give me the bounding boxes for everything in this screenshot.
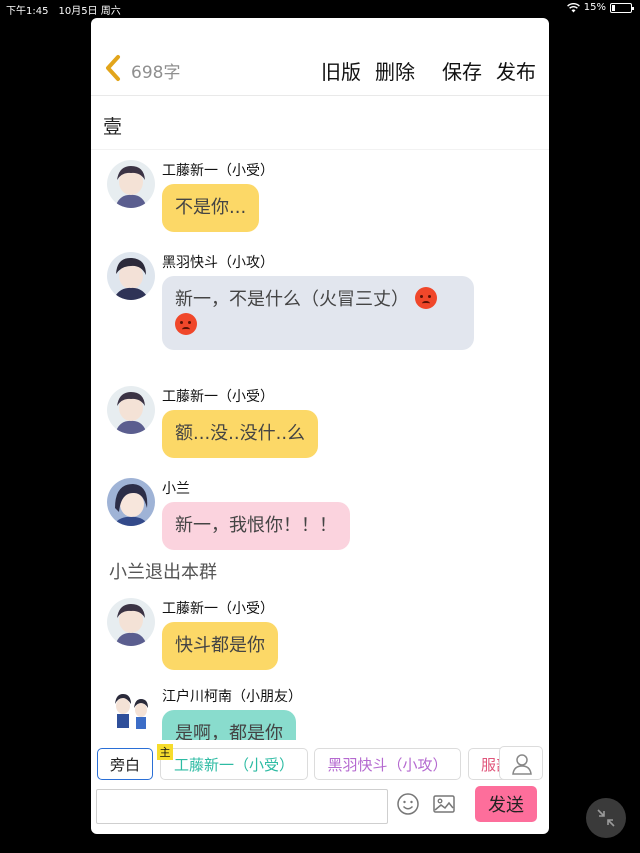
top-bar: 698字 旧版 删除 保存 发布 — [91, 18, 549, 96]
angry-face-icon — [175, 313, 197, 335]
message-bubble[interactable]: 新一，不是什么（火冒三丈） — [162, 276, 474, 350]
message-bubble[interactable]: 快斗都是你 — [162, 622, 278, 670]
role-selector: 旁白 主 工藤新一（小受） 黑羽快斗（小攻） 服部 — [91, 744, 549, 784]
message-bubble[interactable]: 不是你... — [162, 184, 260, 232]
battery-icon — [610, 2, 634, 13]
sender-name: 工藤新一（小受） — [162, 163, 274, 179]
message-bubble[interactable]: 是啊，都是你 — [162, 710, 296, 740]
message-bubble[interactable]: 额...没..没什..么 — [162, 410, 319, 458]
message-input[interactable] — [96, 789, 388, 824]
sender-name: 工藤新一（小受） — [162, 389, 274, 405]
status-time: 下午1:45 — [6, 6, 49, 17]
composer: 发送 — [91, 784, 549, 834]
sender-name: 小兰 — [162, 481, 190, 497]
avatar[interactable] — [107, 252, 155, 300]
back-icon[interactable] — [101, 53, 125, 83]
status-bar: 下午1:45 10月5日 周六 15% — [0, 0, 640, 17]
role-kaito-button[interactable]: 黑羽快斗（小攻） — [314, 748, 461, 780]
system-message: 小兰退出本群 — [109, 562, 217, 583]
emoji-icon[interactable] — [396, 792, 420, 816]
old-version-button[interactable]: 旧版 — [321, 56, 361, 85]
avatar[interactable] — [107, 686, 155, 734]
publish-button[interactable]: 发布 — [496, 56, 536, 85]
sender-name: 江户川柯南（小朋友） — [162, 689, 302, 705]
sender-name: 黑羽快斗（小攻） — [162, 255, 274, 271]
wifi-icon — [566, 2, 580, 12]
delete-button[interactable]: 删除 — [375, 56, 415, 85]
angry-face-icon — [414, 287, 437, 309]
save-button[interactable]: 保存 — [442, 56, 482, 85]
sender-name: 工藤新一（小受） — [162, 601, 274, 617]
send-button[interactable]: 发送 — [475, 786, 537, 822]
chat-area[interactable]: 工藤新一（小受） 不是你... 黑羽快斗（小攻） 新一，不是什么（火冒三丈） 工… — [91, 150, 549, 740]
manage-roles-button[interactable] — [499, 746, 543, 780]
collapse-floating-button[interactable] — [586, 798, 626, 838]
main-role-badge: 主 — [157, 744, 173, 760]
chapter-title[interactable]: 壹 — [103, 112, 122, 139]
role-narration-button[interactable]: 旁白 — [97, 748, 153, 780]
image-icon[interactable] — [432, 792, 456, 816]
avatar[interactable] — [107, 598, 155, 646]
avatar[interactable] — [107, 478, 155, 526]
role-kudo-button[interactable]: 工藤新一（小受） — [160, 748, 308, 780]
message-text: 新一，不是什么（火冒三丈） — [175, 289, 409, 310]
collapse-icon — [597, 809, 615, 827]
status-date: 10月5日 周六 — [58, 6, 121, 17]
battery-level — [612, 4, 615, 11]
avatar[interactable] — [107, 160, 155, 208]
message-bubble[interactable]: 新一，我恨你！！！ — [162, 502, 350, 550]
editor-panel: 698字 旧版 删除 保存 发布 壹 工藤新一（小受） 不是你... 黑羽快斗（… — [91, 18, 549, 834]
avatar[interactable] — [107, 386, 155, 434]
battery-percent: 15% — [583, 2, 606, 13]
user-icon — [512, 754, 532, 775]
word-count: 698字 — [131, 63, 181, 83]
